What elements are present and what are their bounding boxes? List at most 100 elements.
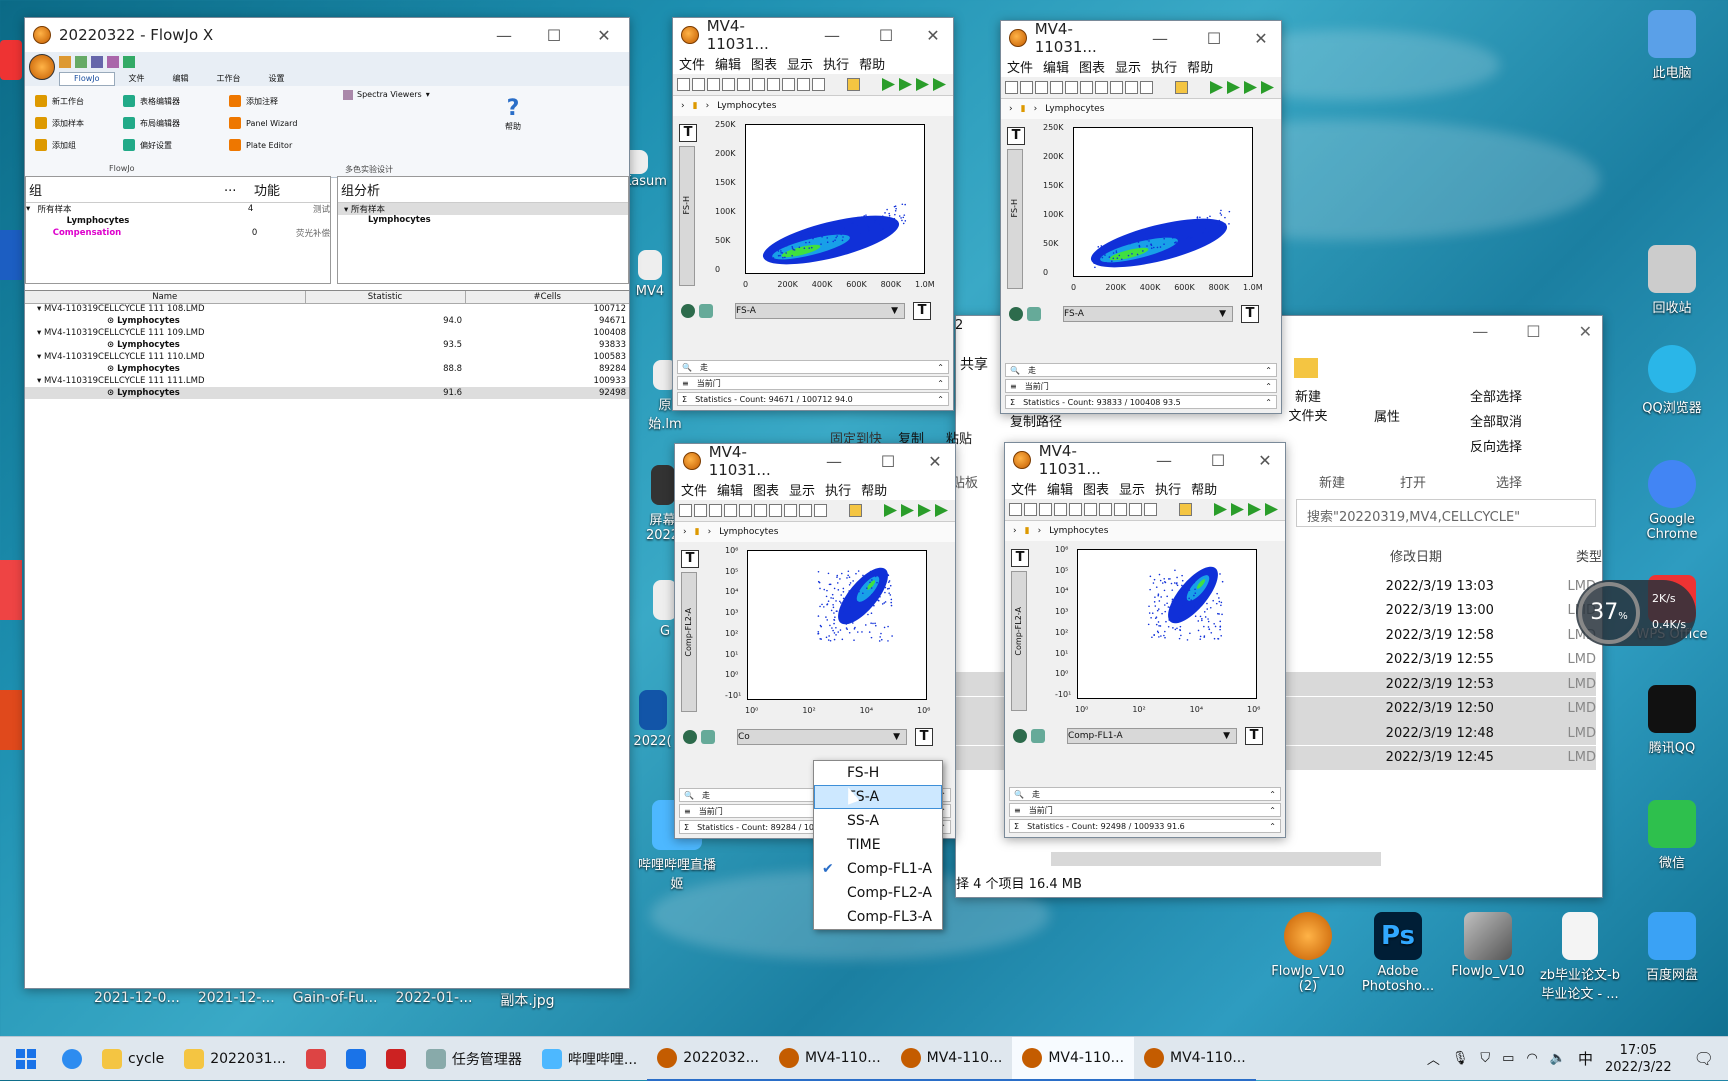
text-tool-button[interactable]: T (679, 124, 697, 142)
mic-icon[interactable]: 🎙 (1452, 1051, 1469, 1066)
nav-arrow-icon[interactable] (882, 78, 895, 91)
gate-tool-icon[interactable] (709, 504, 722, 517)
taskbar-item[interactable]: MV4-110... (768, 1037, 891, 1081)
gate-tool-icon[interactable] (1099, 503, 1112, 516)
gate-tool-icon[interactable] (799, 504, 812, 517)
layout-icon[interactable] (1009, 307, 1023, 321)
gate-tool-icon[interactable] (1005, 81, 1018, 94)
menu-item[interactable]: 文件 (681, 480, 707, 499)
maximize-icon[interactable]: ☐ (1526, 322, 1540, 341)
ribbon-select-none[interactable]: 全部取消 (1470, 411, 1522, 430)
menu-item[interactable]: 执行 (1151, 57, 1177, 76)
minimize-icon[interactable]: — (1133, 29, 1187, 48)
gate-tool-icon[interactable] (1080, 81, 1093, 94)
gate-tool-icon[interactable] (724, 504, 737, 517)
dropdown-option[interactable]: FS-H (814, 761, 942, 785)
gate-tool-icon[interactable] (1144, 503, 1157, 516)
dropdown-option[interactable]: SS-A (814, 809, 942, 833)
col-statistic[interactable]: Statistic (305, 291, 466, 303)
table-row[interactable]: ⊙ Lymphocytes 93.5 93833 (25, 339, 629, 351)
gate-tool-icon[interactable] (707, 78, 720, 91)
notification-icon[interactable]: 🗨 (1694, 1049, 1714, 1068)
text-tool-button[interactable]: T (681, 550, 699, 568)
menu-item[interactable]: 帮助 (861, 480, 887, 499)
col-cells[interactable]: #Cells (465, 291, 629, 303)
desktop-icon-right[interactable]: 微信 (1632, 800, 1712, 871)
nav-arrow-icon[interactable] (884, 504, 897, 517)
dropdown-option[interactable]: FS-A (814, 785, 942, 809)
taskbar-item[interactable]: 哔哩哔哩... (532, 1037, 647, 1081)
ribbon-button[interactable]: 添加注释 (229, 90, 297, 112)
ribbon-button[interactable]: 添加样本 (35, 112, 84, 134)
zoom-icon[interactable] (1031, 729, 1045, 743)
desktop-icon-photoshop[interactable]: Ps Adobe Photosho... (1358, 912, 1438, 994)
gate-tool-icon[interactable] (1114, 503, 1127, 516)
gate-tool-icon[interactable] (1140, 81, 1153, 94)
gate-tool-icon[interactable] (1110, 81, 1123, 94)
menu-item[interactable]: 执行 (825, 480, 851, 499)
minimize-icon[interactable]: — (479, 26, 529, 45)
menu-item[interactable]: 帮助 (1191, 479, 1217, 498)
col-name[interactable]: Name (25, 291, 306, 303)
maximize-icon[interactable]: ☐ (1191, 451, 1245, 470)
menu-item[interactable]: 文件 (1011, 479, 1037, 498)
ribbon-tab[interactable]: 工作台 (203, 72, 255, 86)
help-button[interactable]: ? 帮助 (501, 96, 525, 132)
maximize-icon[interactable]: ☐ (861, 452, 915, 471)
horizontal-scrollbar[interactable] (1051, 852, 1381, 866)
maximize-icon[interactable]: ☐ (859, 26, 913, 45)
text-tool-button[interactable]: T (915, 728, 933, 746)
pinned-app-icon[interactable] (376, 1037, 416, 1081)
gate-tool-icon[interactable] (754, 504, 767, 517)
minimize-icon[interactable]: — (807, 452, 861, 471)
ribbon-tab[interactable]: 文件 (115, 72, 159, 86)
ribbon-button[interactable]: 表格编辑器 (123, 90, 180, 112)
ribbon-button[interactable]: 布局编辑器 (123, 112, 180, 134)
x-axis-selector[interactable]: FS-A ▼ (1063, 306, 1233, 322)
ime-indicator[interactable]: 中 (1578, 1048, 1593, 1069)
statistics-row[interactable]: Σ Statistics - Count: 93833 / 100408 93.… (1005, 395, 1277, 409)
minimize-icon[interactable]: — (1137, 451, 1191, 470)
gate-tool-icon[interactable] (782, 78, 795, 91)
menu-item[interactable]: 编辑 (715, 54, 741, 73)
group-row[interactable]: ▾ 所有样本 4 测试 (26, 203, 330, 215)
battery-icon[interactable]: ▭ (1502, 1051, 1514, 1066)
gate-tool-icon[interactable] (1009, 503, 1022, 516)
gate-tool-icon[interactable] (1125, 81, 1138, 94)
nav-arrow-icon[interactable] (918, 504, 931, 517)
gate-tool-icon[interactable] (1020, 81, 1033, 94)
maximize-icon[interactable]: ☐ (1187, 29, 1241, 48)
pinned-app-icon[interactable] (336, 1037, 376, 1081)
desktop-icon-flowjo-2[interactable]: FlowJo_V10 (2) (1268, 912, 1348, 994)
desktop-icon-right[interactable]: 回收站 (1632, 245, 1712, 316)
column-type[interactable]: 类型 (1576, 546, 1602, 565)
menu-item[interactable]: 图表 (753, 480, 779, 499)
gate-tool-icon[interactable] (1069, 503, 1082, 516)
shield-icon[interactable]: ⛉ (1480, 1051, 1490, 1066)
taskbar-item[interactable]: 2022032... (647, 1037, 769, 1081)
volume-icon[interactable]: 🔈 (1550, 1051, 1566, 1066)
desktop-file[interactable]: 2022-01-... (396, 990, 473, 1010)
taskbar-item[interactable]: MV4-110... (1012, 1036, 1135, 1081)
layout-icon[interactable] (681, 304, 695, 318)
gate-list-row[interactable]: 🔍 走⌃ (677, 360, 949, 374)
dropdown-option[interactable]: Comp-FL2-A (814, 881, 942, 905)
ribbon-tab[interactable]: 编辑 (159, 72, 203, 86)
table-row[interactable]: ⊙ Lymphocytes 94.0 94671 (25, 315, 629, 327)
search-box[interactable]: 搜索"20220319,MV4,CELLCYCLE" (1296, 499, 1596, 527)
column-date[interactable]: 修改日期 (1390, 546, 1442, 565)
dropdown-option[interactable]: TIME (814, 833, 942, 857)
gate-tool-icon[interactable] (739, 504, 752, 517)
menu-item[interactable]: 帮助 (1187, 57, 1213, 76)
gate-tool-icon[interactable] (722, 78, 735, 91)
nav-arrow-icon[interactable] (935, 504, 948, 517)
close-icon[interactable]: ✕ (1241, 29, 1281, 48)
clock[interactable]: 17:05 2022/3/22 (1605, 1042, 1672, 1076)
menu-item[interactable]: 图表 (751, 54, 777, 73)
gate-tool-icon[interactable] (692, 78, 705, 91)
ribbon-tab[interactable]: FlowJo (59, 72, 115, 86)
group-row[interactable]: Lymphocytes (26, 215, 330, 227)
table-row[interactable]: ▾ MV4-110319CELLCYCLE 111 108.LMD 100712 (25, 303, 629, 315)
text-tool-button[interactable]: T (1011, 549, 1029, 567)
zoom-icon[interactable] (1027, 307, 1041, 321)
